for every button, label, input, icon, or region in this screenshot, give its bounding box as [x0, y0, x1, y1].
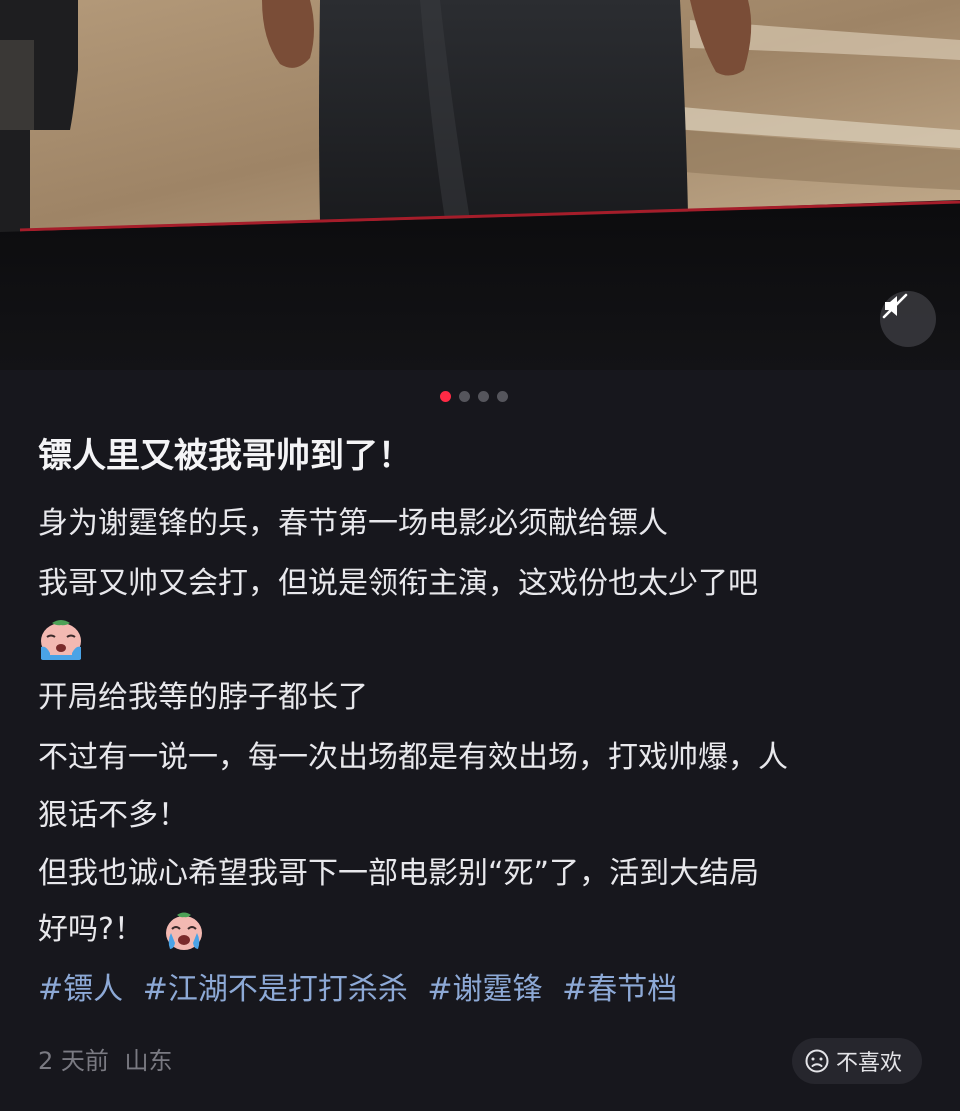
speaker-muted-icon [882, 293, 908, 319]
emoji-line [38, 614, 84, 662]
crying-face-emoji [41, 619, 81, 660]
post-time: 2 天前 [38, 1047, 109, 1075]
post-body-line: 但我也诚心希望我哥下一部电影别“死”了，活到大结局 [38, 856, 760, 891]
hashtag-link[interactable]: #镖人 [38, 972, 123, 1007]
carousel-dot[interactable] [440, 391, 451, 402]
carousel-indicator [440, 391, 508, 403]
hashtag-link[interactable]: #春节档 [562, 972, 677, 1007]
mute-button[interactable] [880, 291, 936, 347]
post-meta: 2 天前 山东 [38, 1044, 173, 1078]
post-body-line: 开局给我等的脖子都长了 [38, 680, 368, 715]
dislike-label: 不喜欢 [836, 1051, 903, 1076]
dislike-button[interactable]: 不喜欢 [792, 1038, 922, 1084]
carousel-dot[interactable] [459, 391, 470, 402]
movie-still-image [0, 0, 960, 370]
hashtag-link[interactable]: #谢霆锋 [427, 972, 542, 1007]
crying-face-emoji [166, 912, 203, 950]
post-body-line: 不过有一说一，每一次出场都是有效出场，打戏帅爆，人 [38, 740, 788, 775]
post-location: 山东 [124, 1047, 173, 1075]
post-body-text: 好吗?！ [38, 912, 144, 947]
carousel-dot[interactable] [497, 391, 508, 402]
post-media[interactable] [0, 0, 960, 370]
post-body-line: 我哥又帅又会打，但说是领衔主演，这戏份也太少了吧 [38, 566, 758, 601]
hashtag-link[interactable]: #江湖不是打打杀杀 [143, 972, 408, 1007]
frown-face-icon [805, 1049, 829, 1073]
carousel-dot[interactable] [478, 391, 489, 402]
post-title: 镖人里又被我哥帅到了！ [38, 436, 412, 476]
post-body-line-with-emoji: 好吗?！ [38, 906, 207, 954]
hashtag-list: #镖人 #江湖不是打打杀杀 #谢霆锋 #春节档 [38, 966, 687, 1014]
post-body-line: 身为谢霆锋的兵，春节第一场电影必须献给镖人 [38, 506, 668, 541]
post-body-line: 狠话不多！ [38, 798, 188, 833]
